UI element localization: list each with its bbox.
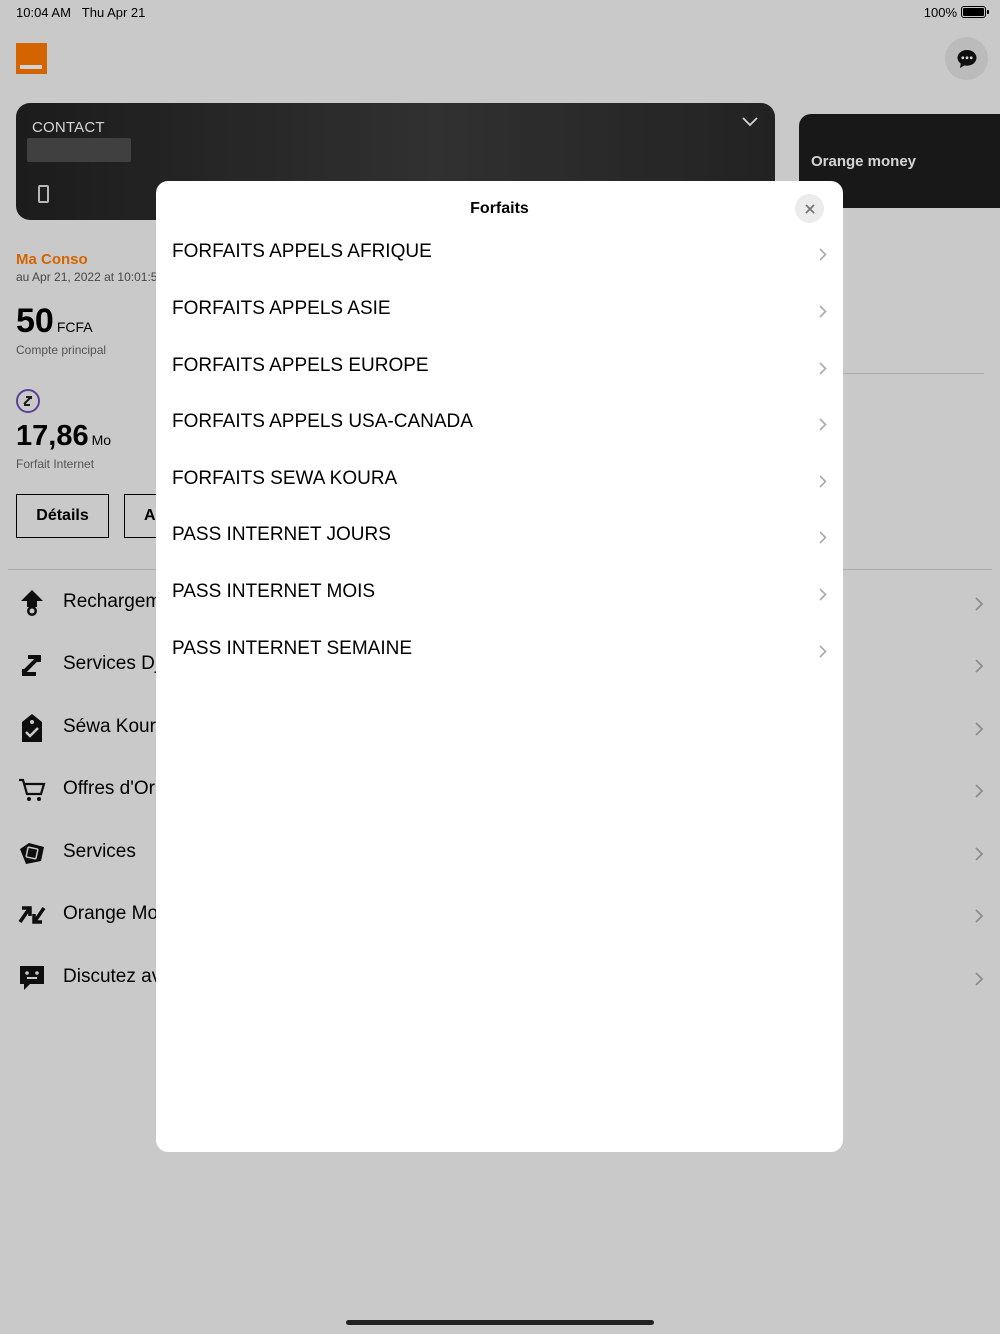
chevron-right-icon bbox=[819, 475, 827, 488]
forfait-item-appels-usa-canada[interactable]: FORFAITS APPELS USA-CANADA bbox=[156, 397, 843, 454]
close-icon bbox=[804, 203, 815, 214]
forfait-label: PASS INTERNET SEMAINE bbox=[172, 638, 413, 659]
forfait-item-internet-mois[interactable]: PASS INTERNET MOIS bbox=[156, 567, 843, 624]
forfait-label: PASS INTERNET MOIS bbox=[172, 581, 376, 602]
chevron-right-icon bbox=[819, 645, 827, 658]
chevron-right-icon bbox=[819, 588, 827, 601]
forfait-item-appels-afrique[interactable]: FORFAITS APPELS AFRIQUE bbox=[156, 227, 843, 284]
forfait-label: PASS INTERNET JOURS bbox=[172, 524, 391, 545]
forfait-item-internet-semaine[interactable]: PASS INTERNET SEMAINE bbox=[156, 624, 843, 681]
forfait-label: FORFAITS APPELS AFRIQUE bbox=[172, 241, 432, 262]
chevron-right-icon bbox=[819, 305, 827, 318]
forfait-item-appels-europe[interactable]: FORFAITS APPELS EUROPE bbox=[156, 341, 843, 398]
chevron-right-icon bbox=[819, 362, 827, 375]
forfait-item-appels-asie[interactable]: FORFAITS APPELS ASIE bbox=[156, 284, 843, 341]
close-button[interactable] bbox=[795, 194, 824, 223]
forfait-label: FORFAITS APPELS EUROPE bbox=[172, 355, 429, 376]
forfait-label: FORFAITS SEWA KOURA bbox=[172, 468, 398, 489]
chevron-right-icon bbox=[819, 418, 827, 431]
forfait-item-sewa-koura[interactable]: FORFAITS SEWA KOURA bbox=[156, 454, 843, 511]
chevron-right-icon bbox=[819, 248, 827, 261]
forfaits-modal: Forfaits FORFAITS APPELS AFRIQUE FORFAIT… bbox=[156, 181, 843, 1152]
home-indicator[interactable] bbox=[346, 1320, 654, 1325]
forfait-label: FORFAITS APPELS ASIE bbox=[172, 298, 391, 319]
forfait-label: FORFAITS APPELS USA-CANADA bbox=[172, 411, 473, 432]
chevron-right-icon bbox=[819, 531, 827, 544]
modal-title: Forfaits bbox=[470, 200, 529, 217]
forfait-item-internet-jours[interactable]: PASS INTERNET JOURS bbox=[156, 510, 843, 567]
